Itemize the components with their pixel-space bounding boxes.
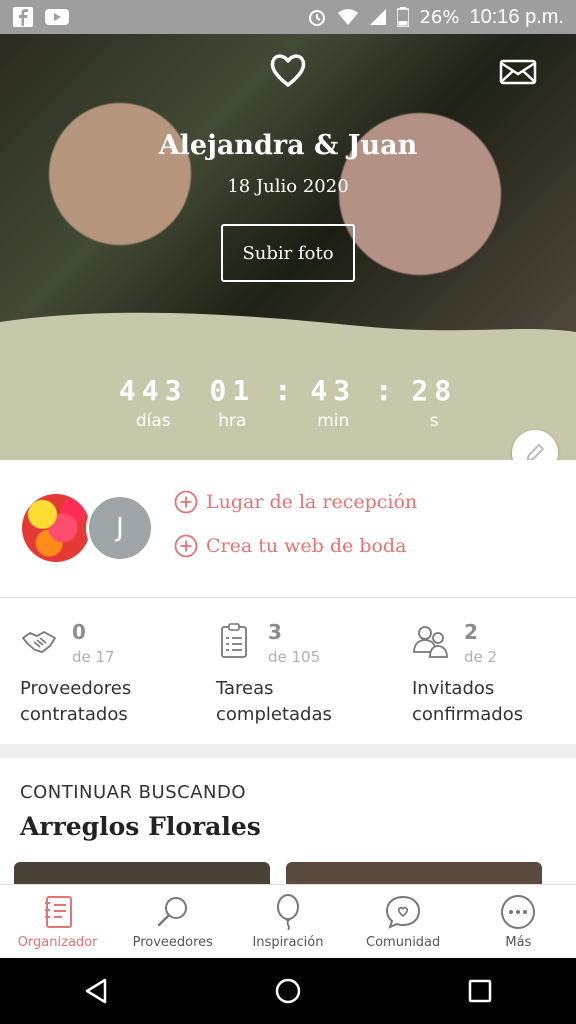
signal-icon bbox=[370, 9, 387, 25]
balloon-icon bbox=[276, 894, 299, 931]
plus-circle-icon bbox=[174, 534, 198, 558]
alarm-icon bbox=[309, 10, 326, 26]
heart-logo-icon bbox=[270, 54, 306, 87]
guests-icon bbox=[413, 626, 448, 658]
countdown-separator: : bbox=[378, 374, 390, 407]
countdown-seconds: 28 s bbox=[411, 374, 458, 431]
section-title: Arreglos Florales bbox=[20, 812, 261, 841]
wedding-website-link[interactable]: Crea tu web de boda bbox=[174, 534, 406, 558]
more-icon bbox=[501, 895, 536, 929]
tab-organizador[interactable]: Organizador bbox=[0, 885, 115, 958]
tab-proveedores[interactable]: Proveedores bbox=[115, 885, 230, 958]
facebook-icon bbox=[13, 7, 33, 27]
section-kicker: CONTINUAR BUSCANDO bbox=[20, 782, 247, 803]
wedding-countdown: 443 días 01 hra : 43 min : 28 s bbox=[0, 312, 576, 476]
notebook-icon bbox=[44, 896, 72, 928]
reception-venue-label: Lugar de la recepción bbox=[206, 491, 418, 513]
upload-photo-button[interactable]: Subir foto bbox=[221, 224, 355, 282]
countdown-days: 443 días bbox=[118, 374, 188, 431]
bottom-navigation: Organizador Proveedores Inspiración Comu… bbox=[0, 884, 576, 958]
couple-photo-header: Alejandra & Juan 18 Julio 2020 Subir fot… bbox=[0, 34, 576, 334]
checklist-icon bbox=[221, 623, 247, 658]
back-icon[interactable] bbox=[81, 976, 111, 1006]
countdown-hours: 01 hra bbox=[209, 374, 256, 431]
chat-heart-icon bbox=[386, 895, 421, 929]
battery-percent: 26% bbox=[419, 6, 460, 28]
handshake-icon bbox=[22, 631, 56, 653]
continue-searching-section: CONTINUAR BUSCANDO Arreglos Florales bbox=[0, 758, 576, 902]
profile-section: J Lugar de la recepción Crea tu web de b… bbox=[0, 460, 576, 598]
home-icon[interactable] bbox=[273, 976, 303, 1006]
clock: 10:16 p.m. bbox=[469, 5, 564, 28]
recents-icon[interactable] bbox=[465, 976, 495, 1006]
search-icon bbox=[157, 897, 187, 927]
stats-section: 0 de 17 Proveedores contratados 3 de 105… bbox=[0, 598, 576, 744]
plus-circle-icon bbox=[174, 490, 198, 514]
avatar-flowers[interactable] bbox=[22, 494, 90, 562]
reception-venue-link[interactable]: Lugar de la recepción bbox=[174, 490, 417, 514]
countdown-separator: : bbox=[277, 374, 289, 407]
status-bar: 26% 10:16 p.m. bbox=[0, 0, 576, 34]
wedding-date: 18 Julio 2020 bbox=[227, 176, 349, 197]
avatar-partner[interactable]: J bbox=[86, 494, 154, 562]
couple-names: Alejandra & Juan bbox=[158, 130, 418, 161]
system-navigation-bar bbox=[0, 958, 576, 1024]
youtube-icon bbox=[45, 9, 69, 25]
tab-comunidad[interactable]: Comunidad bbox=[346, 885, 461, 958]
section-separator bbox=[0, 744, 576, 758]
mail-icon[interactable] bbox=[498, 54, 538, 90]
wedding-website-label: Crea tu web de boda bbox=[206, 535, 407, 557]
countdown-minutes: 43 min bbox=[310, 374, 357, 431]
wifi-icon bbox=[338, 9, 359, 25]
battery-icon bbox=[397, 7, 410, 27]
tab-inspiracion[interactable]: Inspiración bbox=[230, 885, 345, 958]
tab-mas[interactable]: Más bbox=[461, 885, 576, 958]
